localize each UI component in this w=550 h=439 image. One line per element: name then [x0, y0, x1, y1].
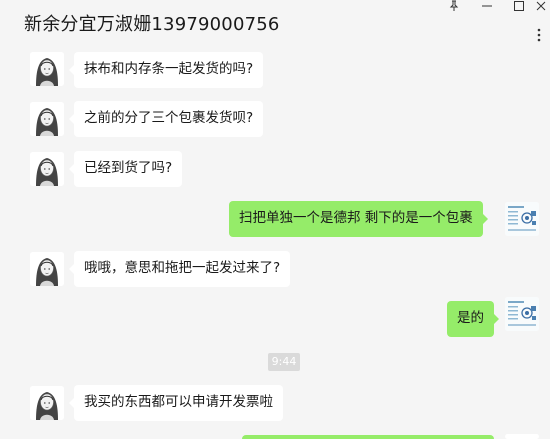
maximize-icon[interactable]: [503, 0, 535, 16]
more-options-icon[interactable]: [537, 28, 549, 42]
message-bubble-self[interactable]: 扫把单独一个是德邦 剩下的是一个包裹: [229, 201, 488, 237]
portrait-sketch-icon: [30, 102, 64, 136]
contact-avatar[interactable]: [30, 102, 64, 136]
message-bubble[interactable]: 已经到货了吗?: [68, 151, 183, 187]
close-icon[interactable]: [532, 0, 550, 16]
self-avatar[interactable]: [505, 434, 539, 439]
message-timestamp: 9:44: [268, 353, 300, 371]
message-text: 抹布和内存条一起发货的吗?: [84, 61, 254, 77]
message-bubble-self[interactable]: 是的: [447, 301, 499, 337]
message-bubble[interactable]: 之前的分了三个包裹发货呗?: [68, 101, 264, 137]
message-bubble[interactable]: 我买的东西都可以申请开发票啦: [69, 385, 283, 421]
contact-avatar[interactable]: [30, 386, 64, 420]
message-text: 之前的分了三个包裹发货呗?: [84, 110, 254, 126]
pin-icon[interactable]: [438, 0, 470, 16]
message-text: 是的: [457, 310, 484, 326]
self-avatar[interactable]: [505, 202, 539, 236]
message-bubble-self-partial[interactable]: [242, 435, 494, 439]
contact-avatar[interactable]: [30, 252, 64, 286]
self-avatar[interactable]: [505, 297, 539, 331]
message-text: 哦哦，意思和拖把一起发过来了?: [84, 260, 281, 276]
qr-card-icon: [505, 297, 539, 331]
message-text: 扫把单独一个是德邦 剩下的是一个包裹: [239, 210, 473, 226]
contact-avatar[interactable]: [30, 52, 64, 86]
portrait-sketch-icon: [30, 52, 64, 86]
portrait-sketch-icon: [30, 386, 64, 420]
minimize-icon[interactable]: [471, 0, 503, 16]
chat-title: 新余分宜万淑姗13979000756: [24, 14, 280, 35]
qr-card-icon: [505, 202, 539, 236]
message-bubble[interactable]: 哦哦，意思和拖把一起发过来了?: [68, 251, 291, 287]
message-text: 已经到货了吗?: [84, 160, 173, 176]
title-bar: 新余分宜万淑姗13979000756: [0, 0, 550, 52]
chat-window: 新余分宜万淑姗13979000756 抹布和内存条一起发货的吗? 之前的分了三个…: [0, 0, 550, 439]
portrait-sketch-icon: [30, 152, 64, 186]
portrait-sketch-icon: [30, 252, 64, 286]
contact-avatar[interactable]: [30, 152, 64, 186]
message-text: 我买的东西都可以申请开发票啦: [84, 394, 273, 410]
message-bubble[interactable]: 抹布和内存条一起发货的吗?: [68, 52, 264, 88]
